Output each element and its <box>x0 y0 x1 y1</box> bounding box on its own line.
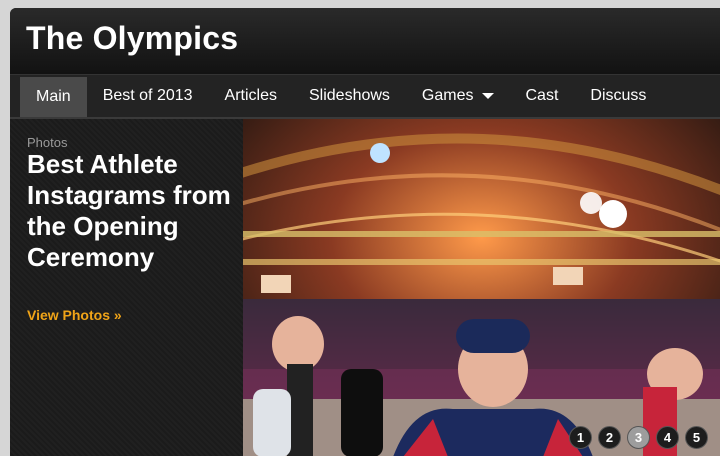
pager-dot-4[interactable]: 4 <box>656 426 679 449</box>
site-title[interactable]: The Olympics <box>26 20 238 57</box>
slide-pager: 1 2 3 4 5 <box>569 426 708 449</box>
nav-games-label: Games <box>421 87 474 104</box>
site-header: The Olympics <box>10 8 720 74</box>
nav-games[interactable]: Games <box>406 75 510 117</box>
nav-articles-label: Articles <box>224 87 277 104</box>
nav-slideshows[interactable]: Slideshows <box>293 75 406 117</box>
nav-best-of-2013[interactable]: Best of 2013 <box>87 75 209 117</box>
feature-headline[interactable]: Best Athlete Instagrams from the Opening… <box>27 149 237 273</box>
feature-area: Photos Best Athlete Instagrams from the … <box>10 119 720 456</box>
hero-image[interactable]: 1 2 3 4 5 <box>243 119 720 456</box>
view-photos-link[interactable]: View Photos » <box>27 307 122 323</box>
nav-articles[interactable]: Articles <box>209 75 293 117</box>
chevron-down-icon <box>481 93 494 99</box>
pager-dot-3[interactable]: 3 <box>627 426 650 449</box>
nav-slideshows-label: Slideshows <box>308 87 390 104</box>
nav-cast-label: Cast <box>525 87 559 104</box>
stadium-photo <box>243 119 720 456</box>
nav-main-label: Main <box>36 88 71 105</box>
pager-dot-5[interactable]: 5 <box>685 426 708 449</box>
nav-main[interactable]: Main <box>20 77 87 117</box>
pager-dot-1[interactable]: 1 <box>569 426 592 449</box>
nav-discuss-label: Discuss <box>590 87 647 104</box>
feature-kicker: Photos <box>27 135 68 150</box>
pager-dot-2[interactable]: 2 <box>598 426 621 449</box>
nav-discuss[interactable]: Discuss <box>574 75 662 117</box>
feature-text-panel: Photos Best Athlete Instagrams from the … <box>10 119 243 456</box>
nav-cast[interactable]: Cast <box>510 75 575 117</box>
page-frame: The Olympics Main Best of 2013 Articles … <box>10 8 720 456</box>
nav-best-label: Best of 2013 <box>102 87 193 104</box>
main-nav: Main Best of 2013 Articles Slideshows Ga… <box>10 74 720 119</box>
